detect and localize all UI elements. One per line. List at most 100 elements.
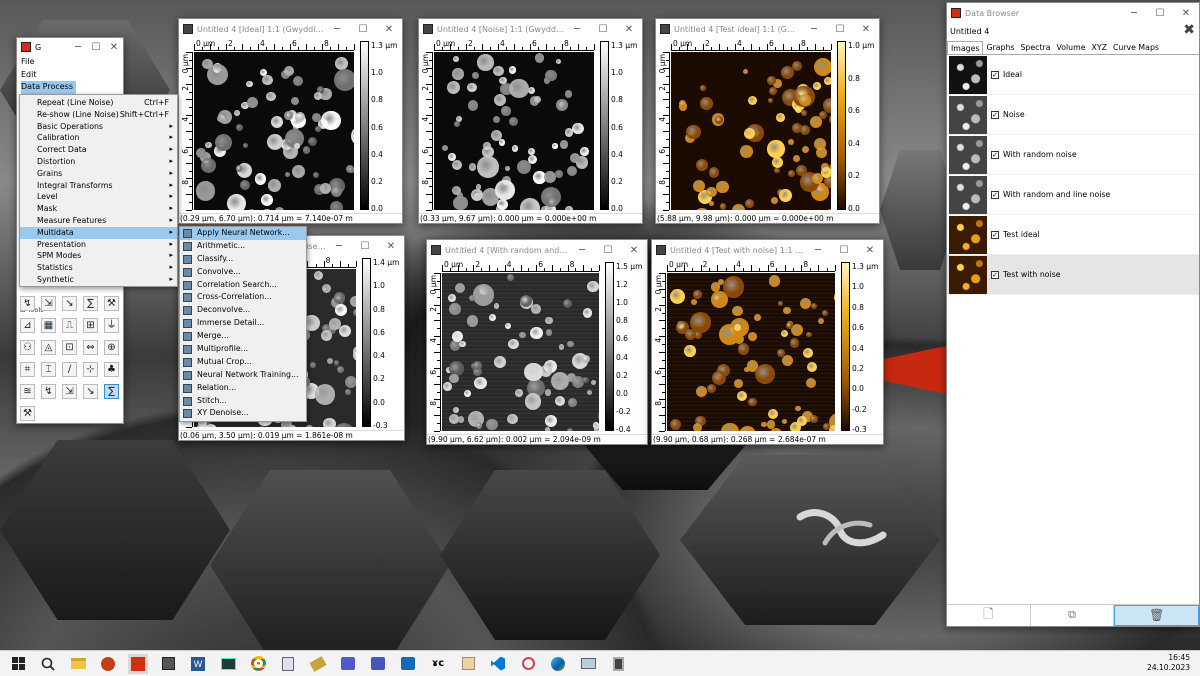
visibility-checkbox[interactable]: ✓	[991, 110, 999, 119]
toolbox-tool-icon[interactable]: ⚒	[20, 406, 35, 421]
toolbox-tool-icon[interactable]: ⊕	[104, 340, 119, 355]
toolbox-tool-icon[interactable]: ⇲	[62, 384, 77, 399]
search-icon[interactable]	[38, 654, 58, 674]
tab-graphs[interactable]: Graphs	[983, 41, 1017, 54]
visibility-checkbox[interactable]: ✓	[991, 190, 999, 199]
maximize-button[interactable]: ☐	[1147, 8, 1173, 19]
toolbox-tool-icon[interactable]: ⇲	[41, 296, 56, 311]
toolbox-tool-icon[interactable]: ↯	[20, 296, 35, 311]
calculator-icon[interactable]	[608, 654, 628, 674]
toolbox-tool-icon[interactable]: ∕	[62, 362, 77, 377]
toolbox-tool-icon[interactable]: ⊿	[20, 318, 35, 333]
toolbox-tool-icon[interactable]: ⏚	[104, 318, 119, 333]
data-process-menu-item[interactable]: Statistics ▸	[20, 262, 177, 274]
toolbox-tool-icon[interactable]: ∑	[104, 384, 119, 399]
afm-height-map-gray[interactable]	[442, 273, 599, 431]
toolbox-tool-icon[interactable]: ▦	[41, 318, 56, 333]
maximize-button[interactable]: ☐	[352, 241, 378, 252]
toolbox-tool-icon[interactable]: ⚇	[20, 340, 35, 355]
maximize-button[interactable]: ☐	[831, 245, 857, 256]
tab-spectra[interactable]: Spectra	[1017, 41, 1053, 54]
maximize-button[interactable]: ☐	[590, 24, 616, 35]
toolbox-tool-icon[interactable]: ⊡	[62, 340, 77, 355]
data-process-menu-item[interactable]: Re-show (Line Noise) Shift+Ctrl+F	[20, 109, 177, 121]
multidata-menu-item[interactable]: Multiprofile...	[180, 343, 306, 356]
image-window[interactable]: Untitled 4 [With random and line n... ─ …	[426, 239, 648, 445]
minimize-button[interactable]: ─	[564, 24, 590, 35]
data-browser-row[interactable]: ✓ Test with noise	[947, 255, 1199, 295]
image-window[interactable]: Untitled 4 [Ideal] 1:1 (Gwyddion) ─ ☐ ✕ 0…	[178, 18, 403, 224]
toolbox-tool-icon[interactable]: ⚒	[104, 296, 119, 311]
minimize-button[interactable]: ─	[805, 245, 831, 256]
data-process-menu-item[interactable]: Integral Transforms ▸	[20, 180, 177, 192]
multidata-menu-item[interactable]: Merge...	[180, 330, 306, 343]
minimize-button[interactable]: ─	[326, 241, 352, 252]
windows-start-icon[interactable]	[8, 654, 28, 674]
maximize-button[interactable]: ☐	[827, 24, 853, 35]
data-process-menu-item[interactable]: Measure Features ▸	[20, 215, 177, 227]
maximize-button[interactable]: ☐	[595, 245, 621, 256]
visibility-checkbox[interactable]: ✓	[991, 230, 999, 239]
multidata-menu-item[interactable]: XY Denoise...	[180, 407, 306, 420]
toolbox-tool-icon[interactable]: ↘	[83, 384, 98, 399]
data-process-menu-item[interactable]: SPM Modes ▸	[20, 250, 177, 262]
toolbox-tool-icon[interactable]: ⌗	[20, 362, 35, 377]
image-app-icon[interactable]	[458, 654, 478, 674]
data-browser-row[interactable]: ✓ Test ideal	[947, 215, 1199, 255]
powerpoint-icon[interactable]	[98, 654, 118, 674]
toolbox-tool-icon[interactable]: ⊞	[83, 318, 98, 333]
data-process-menu-item[interactable]: Presentation ▸	[20, 239, 177, 251]
multidata-menu-item[interactable]: Apply Neural Network...	[180, 227, 306, 240]
visibility-checkbox[interactable]: ✓	[991, 150, 999, 159]
close-button[interactable]: ✕	[621, 245, 647, 256]
toolbox-tool-icon[interactable]: ⎍	[62, 318, 77, 333]
multidata-menu-item[interactable]: Cross-Correlation...	[180, 291, 306, 304]
toolbox-tool-icon[interactable]: ♣	[104, 362, 119, 377]
data-process-menu-item[interactable]: Correct Data ▸	[20, 144, 177, 156]
toolbox-tool-icon[interactable]: ⊹	[83, 362, 98, 377]
teams-icon[interactable]	[338, 654, 358, 674]
data-process-menu-item[interactable]: Repeat (Line Noise) Ctrl+F	[20, 97, 177, 109]
vscode-icon[interactable]	[488, 654, 508, 674]
new-document-button[interactable]: 🗋	[947, 605, 1031, 626]
close-button[interactable]: ✕	[376, 24, 402, 35]
tab-curve-maps[interactable]: Curve Maps	[1110, 41, 1162, 54]
visibility-checkbox[interactable]: ✓	[991, 270, 999, 279]
close-file-icon[interactable]: ✖	[1183, 21, 1195, 39]
outlook-icon[interactable]	[398, 654, 418, 674]
toolbox-tool-icon[interactable]: ↯	[41, 384, 56, 399]
chrome-icon[interactable]	[248, 654, 268, 674]
maximize-button[interactable]: ☐	[350, 24, 376, 35]
multidata-menu-item[interactable]: Immerse Detail...	[180, 317, 306, 330]
minimize-button[interactable]: ─	[569, 245, 595, 256]
multidata-menu-item[interactable]: Classify...	[180, 253, 306, 266]
multidata-menu-item[interactable]: Relation...	[180, 382, 306, 395]
data-process-menu-item[interactable]: Calibration ▸	[20, 132, 177, 144]
image-window[interactable]: Untitled 4 [Test ideal] 1:1 (Gwyddio... …	[655, 18, 880, 224]
afm-height-map-gray[interactable]	[194, 52, 354, 210]
word-icon[interactable]: W	[188, 654, 208, 674]
data-process-menu-item[interactable]: Multidata ▸	[20, 226, 177, 239]
toolbox-tool-icon[interactable]: ⇔	[83, 340, 98, 355]
data-process-menu-item[interactable]: Level ▸	[20, 191, 177, 203]
close-button[interactable]: ✕	[857, 245, 883, 256]
monitor-app-icon[interactable]	[218, 654, 238, 674]
remote-desktop-icon[interactable]	[578, 654, 598, 674]
multidata-menu-item[interactable]: Arithmetic...	[180, 240, 306, 253]
multidata-menu-item[interactable]: Neural Network Training...	[180, 369, 306, 382]
minimize-button[interactable]: ─	[801, 24, 827, 35]
close-button[interactable]: ✕	[378, 241, 404, 252]
afm-height-map-gray[interactable]	[434, 52, 594, 210]
data-process-menu-item[interactable]: Grains ▸	[20, 168, 177, 180]
minimize-button[interactable]: ─	[324, 24, 350, 35]
notepad-app-icon[interactable]	[278, 654, 298, 674]
toolbox-tool-icon[interactable]: ∑	[83, 296, 98, 311]
edge-icon[interactable]	[548, 654, 568, 674]
multidata-menu-item[interactable]: Deconvolve...	[180, 304, 306, 317]
data-browser-row[interactable]: ✓ Ideal	[947, 55, 1199, 95]
data-browser-row[interactable]: ✓ With random and line noise	[947, 175, 1199, 215]
data-process-menu-item[interactable]: Basic Operations ▸	[20, 121, 177, 133]
multidata-menu-item[interactable]: Mutual Crop...	[180, 356, 306, 369]
visibility-checkbox[interactable]: ✓	[991, 70, 999, 79]
close-button[interactable]: ✕	[1173, 8, 1199, 19]
